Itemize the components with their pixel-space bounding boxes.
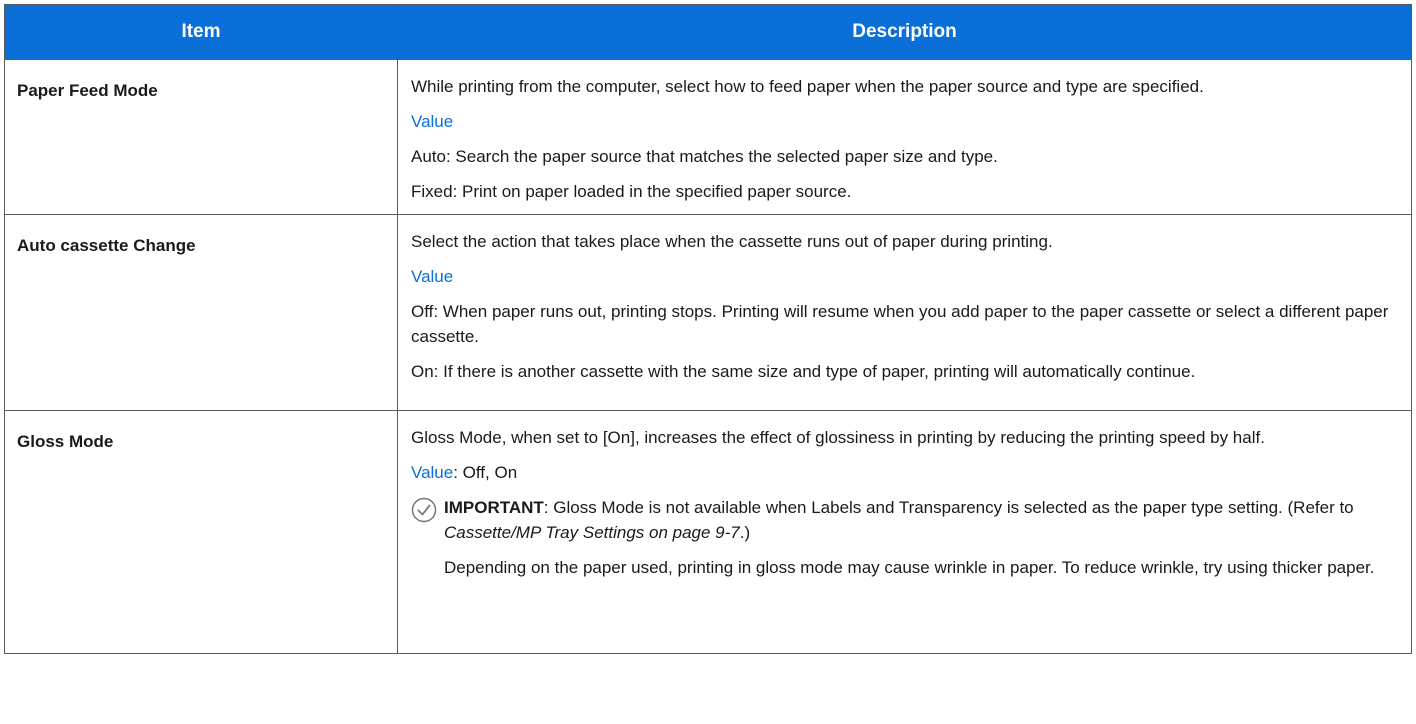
item-name: Gloss Mode xyxy=(4,410,398,654)
settings-table: Item Description Paper Feed Mode While p… xyxy=(4,4,1412,654)
important-text: : Gloss Mode is not available when Label… xyxy=(543,498,1354,517)
header-item: Item xyxy=(4,4,398,60)
item-name: Paper Feed Mode xyxy=(4,59,398,215)
important-label: IMPORTANT xyxy=(444,498,544,517)
value-label: Value xyxy=(411,112,454,131)
value-label: Value xyxy=(411,267,454,286)
item-description: While printing from the computer, select… xyxy=(397,59,1412,215)
important-text-end: .) xyxy=(739,523,751,542)
check-circle-icon xyxy=(411,497,437,523)
value-line: Value: Off, On xyxy=(411,460,1399,485)
table-header-row: Item Description xyxy=(4,4,1412,60)
item-description: Gloss Mode, when set to [On], increases … xyxy=(397,410,1412,654)
item-description: Select the action that takes place when … xyxy=(397,214,1412,411)
header-description: Description xyxy=(397,4,1412,60)
table-row: Auto cassette Change Select the action t… xyxy=(4,214,1412,411)
value-option: Off: When paper runs out, printing stops… xyxy=(411,302,1389,346)
description-intro: Select the action that takes place when … xyxy=(411,232,1053,251)
description-intro: Gloss Mode, when set to [On], increases … xyxy=(411,428,1265,447)
value-option: Fixed: Print on paper loaded in the spec… xyxy=(411,182,852,201)
table-row: Gloss Mode Gloss Mode, when set to [On],… xyxy=(4,410,1412,654)
additional-note: Depending on the paper used, printing in… xyxy=(444,558,1375,577)
value-option: On: If there is another cassette with th… xyxy=(411,362,1196,381)
page-reference: Cassette/MP Tray Settings on page 9-7 xyxy=(444,523,740,542)
important-note: IMPORTANT: Gloss Mode is not available w… xyxy=(411,495,1399,545)
table-row: Paper Feed Mode While printing from the … xyxy=(4,59,1412,215)
item-name: Auto cassette Change xyxy=(4,214,398,411)
value-option: Auto: Search the paper source that match… xyxy=(411,147,998,166)
value-label: Value xyxy=(411,463,454,482)
description-intro: While printing from the computer, select… xyxy=(411,77,1204,96)
value-options: : Off, On xyxy=(453,463,518,482)
